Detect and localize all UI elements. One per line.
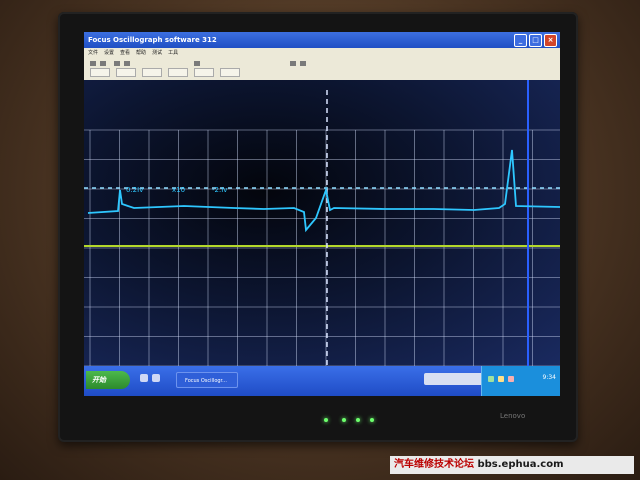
power-led-icon bbox=[324, 418, 328, 422]
maximize-button[interactable]: □ bbox=[529, 34, 542, 47]
laptop-bottom-bezel: Lenovo bbox=[58, 396, 578, 442]
battery-led-icon bbox=[370, 418, 374, 422]
start-button[interactable]: 开始 bbox=[86, 371, 130, 389]
toolbar-button-4[interactable] bbox=[168, 68, 188, 77]
watermark-banner: 汽车维修技术论坛 bbs.ephua.com bbox=[390, 456, 634, 474]
volume-icon[interactable] bbox=[498, 376, 504, 382]
stop-icon[interactable] bbox=[100, 61, 106, 66]
channel-icon[interactable] bbox=[290, 61, 296, 66]
plot-grid bbox=[84, 129, 560, 367]
system-tray: 9:34 bbox=[481, 366, 560, 396]
oscilloscope-display[interactable]: 0.2Iv x10 -2.Iv bbox=[84, 80, 560, 367]
network-icon[interactable] bbox=[488, 376, 494, 382]
disk-led-icon bbox=[356, 418, 360, 422]
menu-file[interactable]: 文件 bbox=[88, 48, 98, 58]
menu-help[interactable]: 帮助 bbox=[136, 48, 146, 58]
toolbar bbox=[84, 58, 560, 81]
close-button[interactable]: × bbox=[544, 34, 557, 47]
menu-tools[interactable]: 工具 bbox=[168, 48, 178, 58]
signal-trace bbox=[87, 149, 560, 233]
window-titlebar[interactable]: Focus Oscillograph software 312 _ □ × bbox=[84, 32, 560, 48]
laptop-screen: Focus Oscillograph software 312 _ □ × 文件… bbox=[84, 32, 560, 396]
offset-readout: -2.Iv bbox=[212, 186, 227, 194]
waveform-plot: 0.2Iv x10 -2.Iv bbox=[84, 80, 560, 367]
quicklaunch-ie-icon[interactable] bbox=[140, 374, 148, 382]
toolbar-button-5[interactable] bbox=[194, 68, 214, 77]
watermark-url: bbs.ephua.com bbox=[477, 459, 564, 470]
security-icon[interactable] bbox=[508, 376, 514, 382]
minimize-button[interactable]: _ bbox=[514, 34, 527, 47]
multiplier-readout: x10 bbox=[172, 186, 185, 194]
menu-view[interactable]: 查看 bbox=[120, 48, 130, 58]
cursor-icon[interactable] bbox=[194, 61, 200, 66]
clock[interactable]: 9:34 bbox=[543, 374, 556, 381]
toolbar-button-1[interactable] bbox=[90, 68, 110, 77]
taskbar-item-oscillograph[interactable]: Focus Oscillogr... bbox=[176, 372, 238, 388]
brand-logo: Lenovo bbox=[500, 412, 526, 420]
menu-bar: 文件 设置 查看 帮助 测试 工具 bbox=[84, 48, 560, 58]
toolbar-button-3[interactable] bbox=[142, 68, 162, 77]
marker-icon[interactable] bbox=[300, 61, 306, 66]
menu-settings[interactable]: 设置 bbox=[104, 48, 114, 58]
arrow-icon[interactable] bbox=[124, 61, 130, 66]
quicklaunch-desktop-icon[interactable] bbox=[152, 374, 160, 382]
toolbar-button-6[interactable] bbox=[220, 68, 240, 77]
wifi-led-icon bbox=[342, 418, 346, 422]
play-icon[interactable] bbox=[90, 61, 96, 66]
window-title: Focus Oscillograph software 312 bbox=[88, 36, 217, 44]
window-controls: _ □ × bbox=[514, 34, 557, 47]
record-icon[interactable] bbox=[114, 61, 120, 66]
taskbar: 开始 Focus Oscillogr... 9:34 bbox=[84, 366, 560, 396]
menu-test[interactable]: 测试 bbox=[152, 48, 162, 58]
watermark-chinese: 汽车维修技术论坛 bbox=[394, 459, 474, 470]
ime-toolbar[interactable] bbox=[424, 373, 484, 385]
voltage-readout: 0.2Iv bbox=[126, 186, 143, 194]
toolbar-button-2[interactable] bbox=[116, 68, 136, 77]
